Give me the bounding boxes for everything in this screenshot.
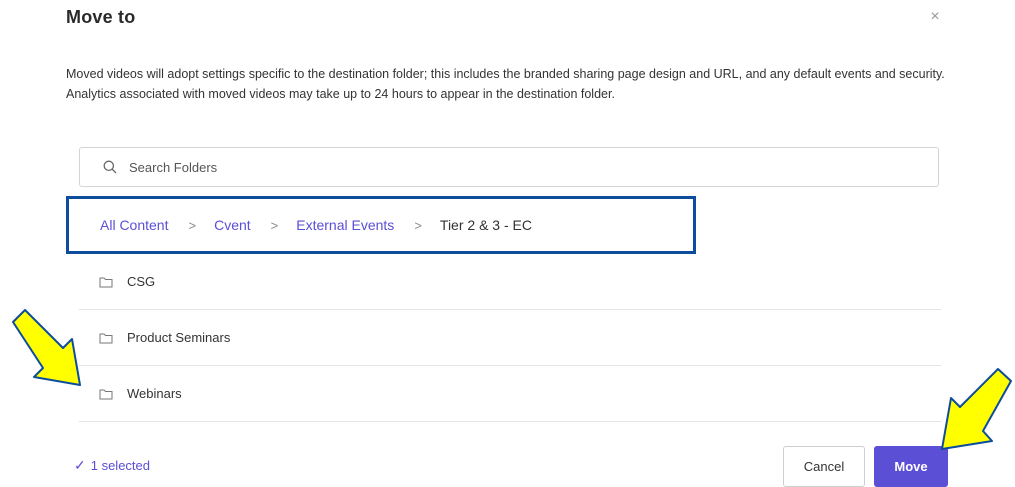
folder-item-csg[interactable]: CSG: [79, 254, 941, 310]
breadcrumb: All Content > Cvent > External Events > …: [66, 196, 696, 254]
breadcrumb-separator: >: [270, 217, 279, 233]
breadcrumb-current: Tier 2 & 3 - EC: [439, 217, 532, 233]
folder-name: Webinars: [127, 386, 182, 401]
cancel-button[interactable]: Cancel: [783, 446, 865, 487]
selected-text: 1 selected: [90, 458, 150, 473]
breadcrumb-cvent[interactable]: Cvent: [214, 217, 251, 233]
search-input[interactable]: [127, 158, 891, 176]
breadcrumb-separator: >: [188, 217, 197, 233]
folder-item-product-seminars[interactable]: Product Seminars: [79, 310, 941, 366]
search-icon: [103, 160, 117, 174]
annotation-arrow-right: [941, 368, 1012, 450]
folder-icon: [99, 333, 113, 343]
folder-list: CSG Product Seminars Webinars: [79, 254, 941, 422]
check-icon: ✓: [74, 457, 86, 473]
breadcrumb-separator: >: [414, 217, 422, 233]
dialog-description: Moved videos will adopt settings specifi…: [66, 67, 945, 101]
folder-icon: [99, 277, 113, 287]
dialog-title: Move to: [66, 7, 136, 27]
search-box: [79, 147, 939, 187]
breadcrumb-external-events[interactable]: External Events: [296, 217, 394, 233]
move-button[interactable]: Move: [874, 446, 948, 487]
folder-name: CSG: [127, 274, 156, 289]
breadcrumb-all-content[interactable]: All Content: [100, 217, 168, 233]
folder-item-webinars[interactable]: Webinars: [79, 366, 941, 422]
selection-count: ✓ 1 selected: [74, 457, 150, 474]
folder-icon: [99, 389, 113, 399]
annotation-arrow-left: [12, 309, 81, 386]
folder-name: Product Seminars: [127, 330, 231, 345]
close-icon[interactable]: ×: [927, 8, 943, 26]
